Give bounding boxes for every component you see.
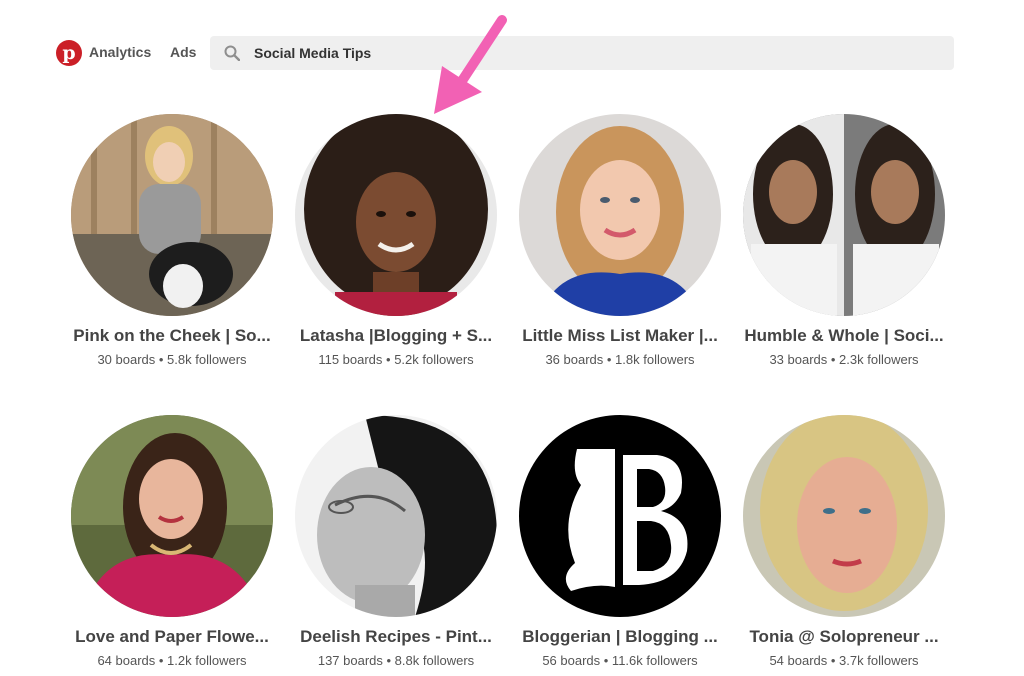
profile-stats: 54 boards • 3.7k followers [769, 653, 919, 668]
profile-card[interactable]: Pink on the Cheek | So... 30 boards • 5.… [60, 114, 284, 367]
profile-name[interactable]: Love and Paper Flowe... [60, 627, 284, 647]
search-bar[interactable]: Social Media Tips [210, 36, 954, 70]
profile-card[interactable]: Bloggerian | Blogging ... 56 boards • 11… [508, 415, 732, 668]
profile-avatar[interactable] [743, 114, 945, 316]
profile-name[interactable]: Deelish Recipes - Pint... [284, 627, 508, 647]
nav-analytics-link[interactable]: Analytics [89, 44, 151, 60]
profile-avatar[interactable] [519, 415, 721, 617]
profile-avatar[interactable] [743, 415, 945, 617]
profile-card[interactable]: Tonia @ Solopreneur ... 54 boards • 3.7k… [732, 415, 956, 668]
profile-name[interactable]: Tonia @ Solopreneur ... [732, 627, 956, 647]
profile-card[interactable]: Deelish Recipes - Pint... 137 boards • 8… [284, 415, 508, 668]
profile-avatar[interactable] [519, 114, 721, 316]
profile-avatar[interactable] [71, 415, 273, 617]
profile-stats: 115 boards • 5.2k followers [318, 352, 474, 367]
profile-stats: 56 boards • 11.6k followers [542, 653, 698, 668]
logo-letter: p [62, 42, 76, 64]
profile-card[interactable]: Latasha |Blogging + S... 115 boards • 5.… [284, 114, 508, 367]
profile-stats: 36 boards • 1.8k followers [545, 352, 695, 367]
nav-ads-link[interactable]: Ads [170, 44, 196, 60]
profile-name[interactable]: Latasha |Blogging + S... [284, 326, 508, 346]
profile-stats: 33 boards • 2.3k followers [769, 352, 919, 367]
profile-name[interactable]: Humble & Whole | Soci... [732, 326, 956, 346]
search-icon [224, 45, 240, 61]
search-input[interactable]: Social Media Tips [254, 45, 371, 61]
profile-stats: 137 boards • 8.8k followers [317, 653, 475, 668]
pinterest-logo-icon[interactable]: p [56, 40, 82, 66]
profile-avatar[interactable] [71, 114, 273, 316]
profile-card[interactable]: Humble & Whole | Soci... 33 boards • 2.3… [732, 114, 956, 367]
bloggerian-logo-icon [519, 415, 721, 617]
profile-stats: 30 boards • 5.8k followers [97, 352, 247, 367]
profile-card[interactable]: Little Miss List Maker |... 36 boards • … [508, 114, 732, 367]
profile-avatar[interactable] [295, 415, 497, 617]
profile-stats: 64 boards • 1.2k followers [97, 653, 247, 668]
pink-arrow-annotation [434, 15, 507, 114]
profile-name[interactable]: Pink on the Cheek | So... [60, 326, 284, 346]
profile-card[interactable]: Love and Paper Flowe... 64 boards • 1.2k… [60, 415, 284, 668]
profile-name[interactable]: Little Miss List Maker |... [508, 326, 732, 346]
profile-name[interactable]: Bloggerian | Blogging ... [508, 627, 732, 647]
profile-avatar[interactable] [295, 114, 497, 316]
